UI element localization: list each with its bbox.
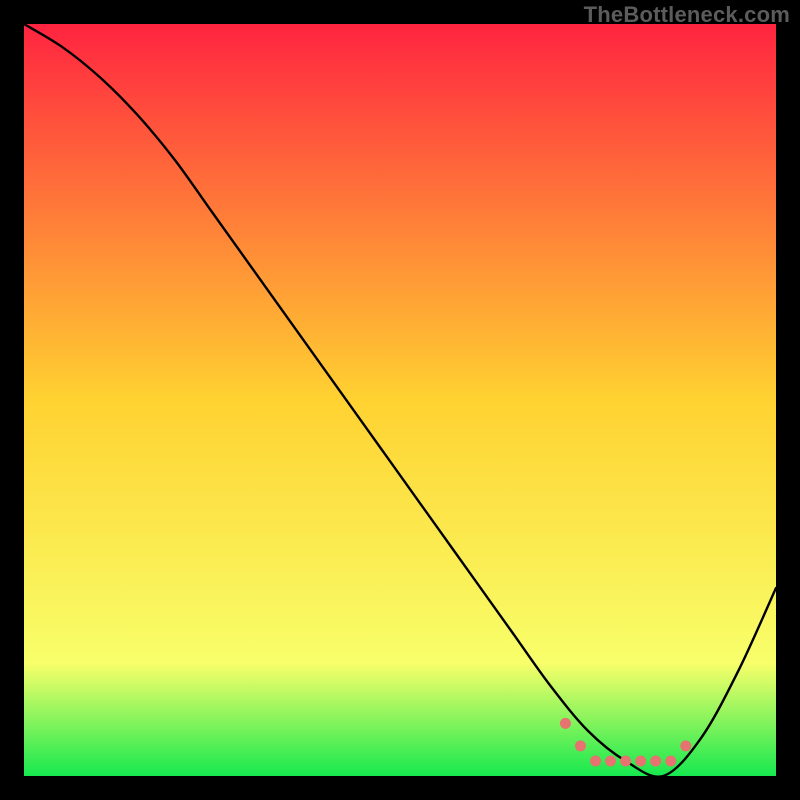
optimal-marker — [665, 755, 676, 766]
optimal-marker — [590, 755, 601, 766]
optimal-marker — [605, 755, 616, 766]
optimal-marker — [575, 740, 586, 751]
optimal-marker — [650, 755, 661, 766]
optimal-marker — [635, 755, 646, 766]
optimal-marker — [560, 718, 571, 729]
plot-area — [24, 24, 776, 776]
chart-svg — [24, 24, 776, 776]
optimal-marker — [620, 755, 631, 766]
gradient-background — [24, 24, 776, 776]
optimal-marker — [680, 740, 691, 751]
chart-frame: TheBottleneck.com — [0, 0, 800, 800]
